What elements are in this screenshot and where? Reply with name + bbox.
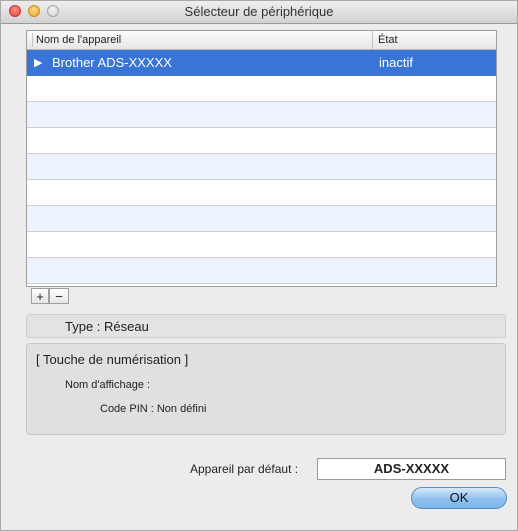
device-table[interactable]: Nom de l'appareil État ▶ Brother ADS-XXX… [26,30,497,287]
header-divider [32,33,33,47]
table-row-empty [27,76,496,102]
ok-button[interactable]: OK [411,487,507,509]
table-row-empty [27,232,496,258]
default-device-field[interactable]: ADS-XXXXX [317,458,506,480]
device-selector-window: Sélecteur de périphérique Nom de l'appar… [0,0,518,531]
table-row-device[interactable]: ▶ Brother ADS-XXXXX inactif [27,50,496,76]
scan-key-title: [ Touche de numérisation ] [36,352,189,367]
title-bar: Sélecteur de périphérique [1,1,517,24]
add-device-button[interactable]: + [31,288,49,304]
device-type-panel: Type : Réseau [26,314,506,338]
triangle-right-icon[interactable]: ▶ [34,56,42,69]
table-row-empty [27,206,496,232]
table-header: Nom de l'appareil État [27,31,496,50]
pin-code-label: Code PIN : Non défini [100,403,207,415]
table-row-empty [27,128,496,154]
device-state: inactif [379,55,413,70]
display-name-label: Nom d'affichage : [65,379,151,391]
table-row-empty [27,180,496,206]
table-row-empty [27,102,496,128]
default-device-label: Appareil par défaut : [190,462,299,476]
scan-key-panel: [ Touche de numérisation ] Nom d'afficha… [26,343,506,435]
table-row-empty [27,154,496,180]
window-title: Sélecteur de périphérique [184,4,334,19]
column-header-state[interactable]: État [372,31,398,49]
table-row-empty [27,258,496,284]
remove-device-button[interactable]: − [49,288,69,304]
device-type-label: Type : Réseau [65,319,149,334]
device-name: Brother ADS-XXXXX [52,55,172,70]
column-header-device-name[interactable]: Nom de l'appareil [36,34,121,46]
